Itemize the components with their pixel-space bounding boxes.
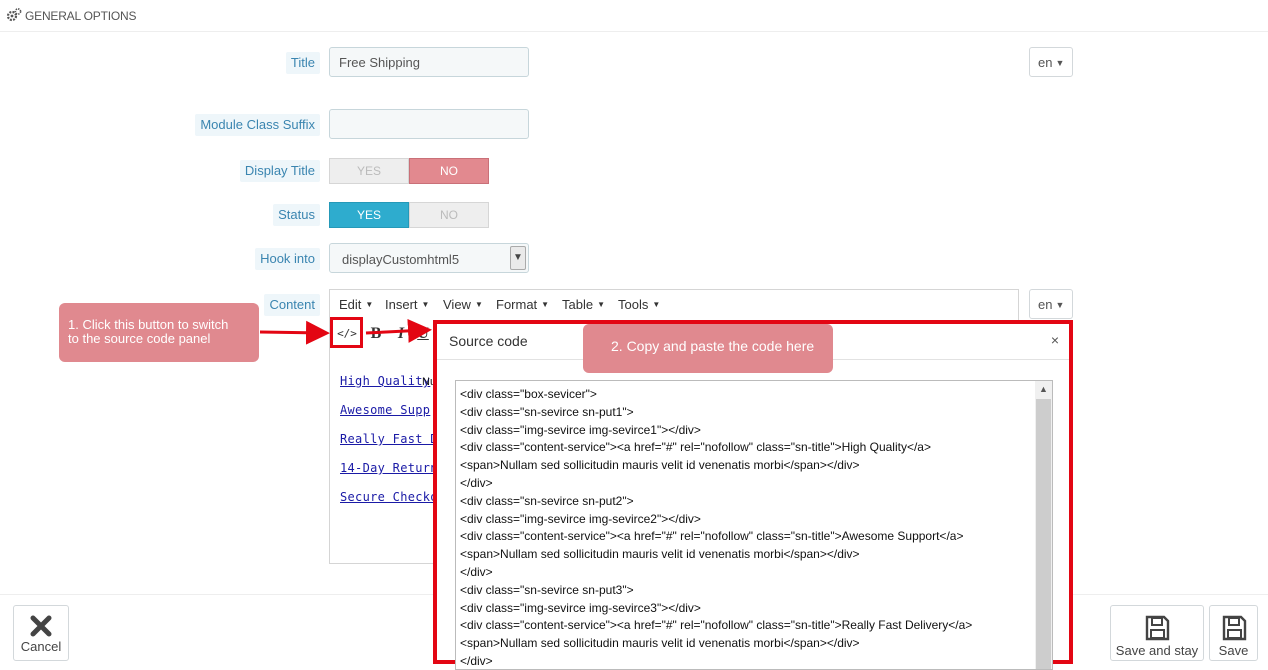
content-link-4[interactable]: 14-Day Return (340, 461, 438, 475)
caret-down-icon: ▼ (1055, 300, 1065, 310)
status-no[interactable]: NO (409, 202, 489, 228)
code-line: <div class="img-sevirce img-sevirce1"></… (460, 422, 701, 437)
close-icon[interactable]: × (1051, 332, 1059, 348)
status-label: Status (273, 204, 320, 226)
suffix-label-wrap: Module Class Suffix (0, 114, 320, 136)
display-title-no[interactable]: NO (409, 158, 489, 184)
code-line: <div class="sn-sevirce sn-put3"> (460, 582, 634, 597)
code-line: </div> (460, 564, 493, 579)
content-language-dropdown[interactable]: en ▼ (1029, 289, 1073, 319)
code-line: <span>Nullam sed sollicitudin mauris vel… (460, 458, 860, 473)
status-switch[interactable]: YES NO (329, 202, 489, 228)
title-language-dropdown[interactable]: en ▼ (1029, 47, 1073, 77)
panel-title: GENERAL OPTIONS (25, 9, 137, 23)
chevron-down-icon[interactable]: ▼ (510, 246, 526, 270)
code-line: <span>Nullam sed sollicitudin mauris vel… (460, 547, 860, 562)
display-title-label: Display Title (239, 160, 320, 182)
scroll-up-icon[interactable]: ▲ (1035, 381, 1052, 398)
display-title-switch[interactable]: YES NO (329, 158, 489, 184)
hook-label: Hook into (255, 248, 320, 270)
save-button[interactable]: Save (1209, 605, 1258, 661)
panel-heading: GENERAL OPTIONS (0, 0, 1268, 32)
code-line: <div class="img-sevirce img-sevirce3"></… (460, 600, 701, 615)
code-line: </div> (460, 653, 493, 668)
instruction-callout-2: 2. Copy and paste the code here (583, 324, 833, 373)
title-input[interactable]: Free Shipping (329, 47, 529, 77)
hook-select-value: displayCustomhtml5 (342, 252, 460, 267)
source-code-textarea[interactable]: <div class="box-sevicer"> <div class="sn-… (455, 380, 1053, 670)
title-label-wrap: Title (0, 52, 320, 74)
code-line: <span>Nullam sed sollicitudin mauris vel… (460, 636, 860, 651)
editor-menubar: Edit ▼ Insert ▼ View ▼ Format ▼ Table ▼ Tools… (330, 290, 1018, 318)
menu-view[interactable]: View ▼ (443, 297, 483, 312)
cancel-label: Cancel (20, 639, 62, 654)
menu-insert[interactable]: Insert ▼ (385, 297, 429, 312)
suffix-label: Module Class Suffix (195, 114, 320, 136)
floppy-disk-icon (1145, 615, 1170, 641)
callout-1-line-2: to the source code panel (68, 331, 211, 346)
code-line: <div class="content-service"><a href="#"… (460, 618, 973, 633)
suffix-input[interactable] (329, 109, 529, 139)
floppy-disk-icon (1222, 615, 1246, 641)
annotation-arrows (259, 318, 432, 345)
cancel-button[interactable]: Cancel (13, 605, 69, 661)
modal-title: Source code (449, 333, 528, 349)
content-link-1[interactable]: High Quality (340, 374, 430, 388)
code-line: <div class="sn-sevirce sn-put1"> (460, 404, 634, 419)
content-link-2[interactable]: Awesome Supp (340, 403, 430, 417)
callout-1-line-1: 1. Click this button to switch (68, 317, 229, 332)
content-label: Content (264, 294, 320, 316)
menu-table[interactable]: Table ▼ (562, 297, 605, 312)
scrollbar-thumb[interactable] (1036, 399, 1051, 669)
code-line: <div class="content-service"><a href="#"… (460, 440, 931, 455)
content-language-label: en (1038, 297, 1053, 312)
instruction-callout-1: 1. Click this button to switch to the so… (59, 303, 259, 362)
menu-tools[interactable]: Tools ▼ (618, 297, 660, 312)
display-title-label-wrap: Display Title (0, 160, 320, 182)
caret-down-icon: ▼ (1055, 58, 1065, 68)
source-code-content: <div class="box-sevicer"> <div class="sn-… (460, 386, 973, 669)
code-line: </div> (460, 475, 493, 490)
callout-2-text: 2. Copy and paste the code here (611, 338, 815, 354)
save-and-stay-button[interactable]: Save and stay (1110, 605, 1204, 661)
status-yes[interactable]: YES (329, 202, 409, 228)
code-line: <div class="content-service"><a href="#"… (460, 529, 964, 544)
menu-edit[interactable]: Edit ▼ (339, 297, 373, 312)
content-link-3[interactable]: Really Fast De (340, 432, 445, 446)
code-line: <div class="box-sevicer"> (460, 387, 597, 401)
content-link-5[interactable]: Secure Checko (340, 490, 438, 504)
save-and-stay-label: Save and stay (1115, 643, 1199, 658)
hook-select[interactable]: displayCustomhtml5 ▼ (329, 243, 529, 273)
hook-label-wrap: Hook into (0, 248, 320, 270)
code-line: <div class="sn-sevirce sn-put2"> (460, 493, 634, 508)
gears-icon (6, 8, 22, 22)
save-label: Save (1218, 643, 1249, 658)
code-line: <div class="img-sevirce img-sevirce2"></… (460, 511, 701, 526)
title-label: Title (285, 52, 320, 74)
status-label-wrap: Status (0, 204, 320, 226)
display-title-yes[interactable]: YES (329, 158, 409, 184)
menu-format[interactable]: Format ▼ (496, 297, 549, 312)
close-icon (30, 615, 52, 637)
language-label: en (1038, 55, 1053, 70)
